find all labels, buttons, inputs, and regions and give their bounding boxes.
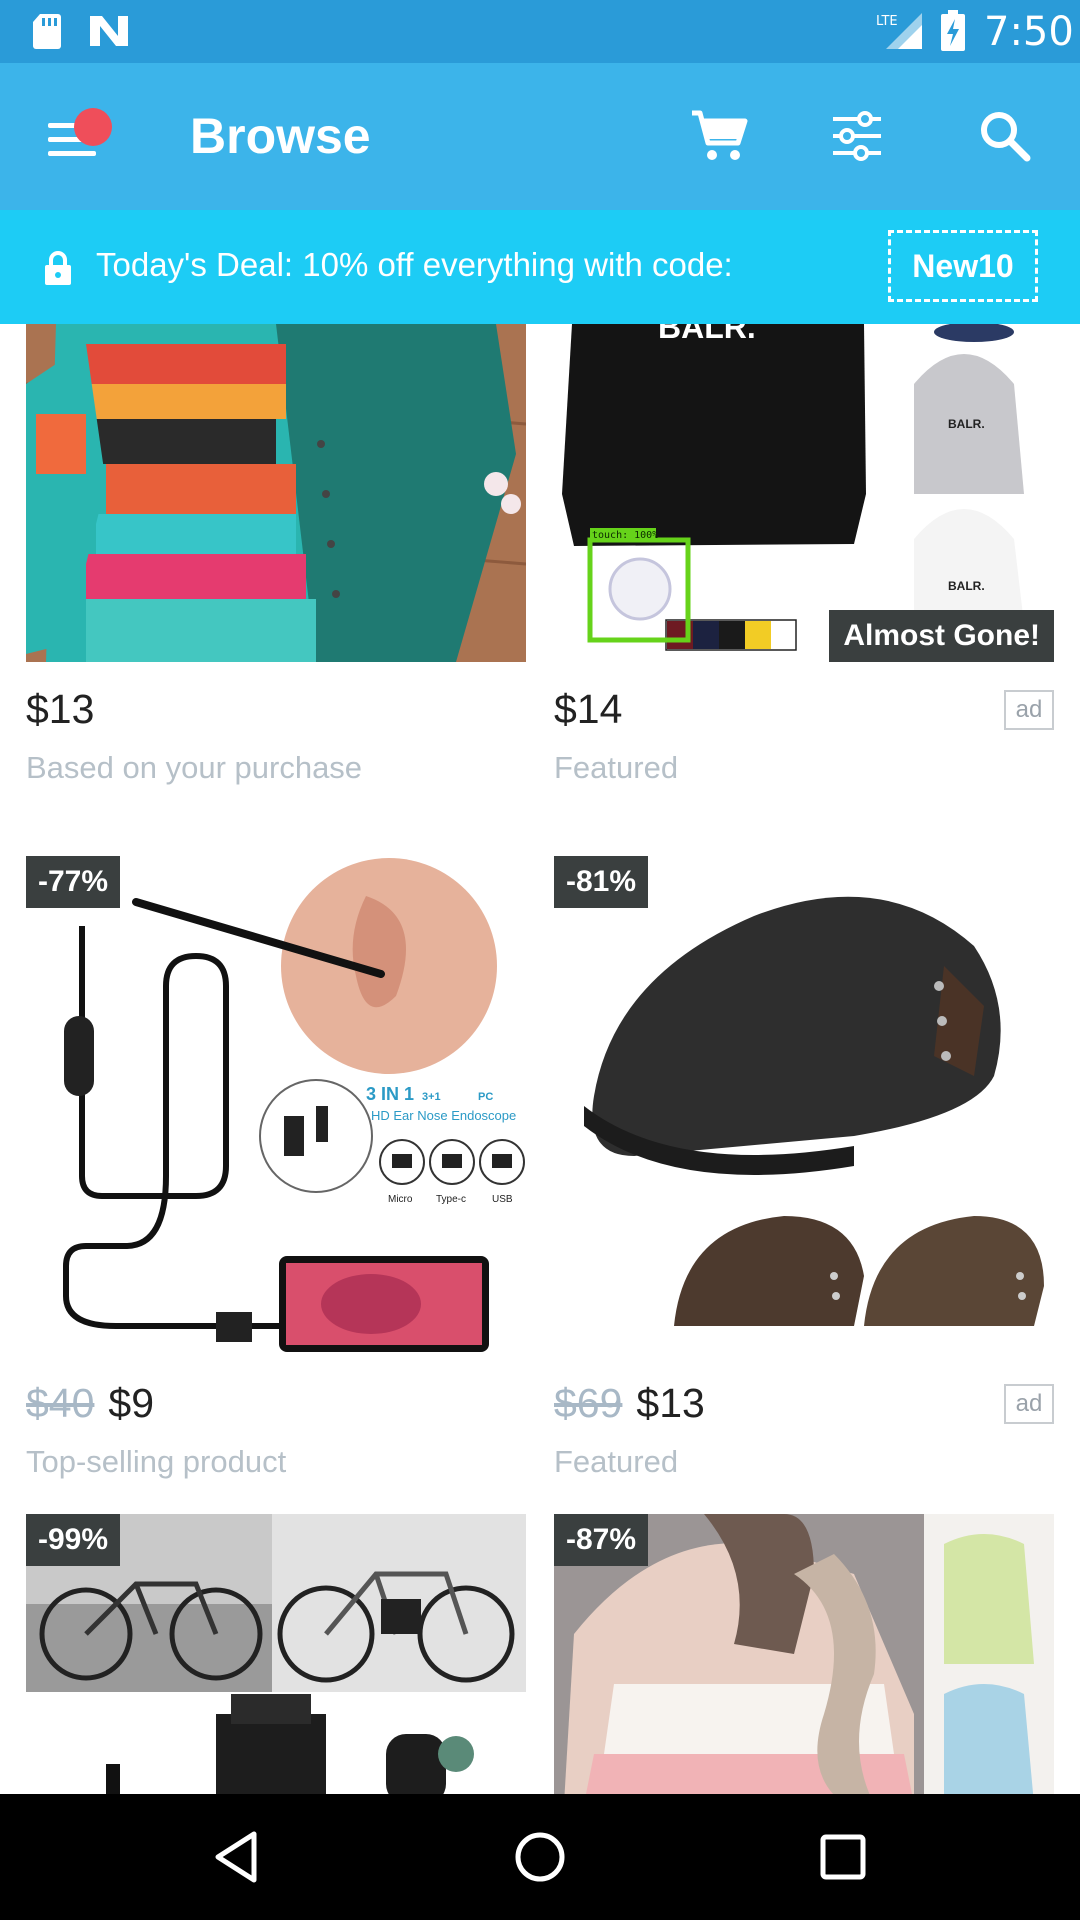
lte-signal-icon: LTE (876, 13, 922, 49)
product-card[interactable]: -87% (554, 1514, 1054, 1794)
product-price-row: $40 $9 (26, 1380, 154, 1427)
product-image[interactable]: -99% (26, 1514, 526, 1794)
endoscope-image: 3 IN 1 3+1 PC HD Ear Nose Endoscope Micr… (63, 858, 525, 1352)
port-label: Type-c (436, 1194, 466, 1205)
network-label: LTE (876, 14, 898, 29)
product-card[interactable]: -99% (26, 1514, 526, 1794)
hoodie-brand-large: BALR. (658, 324, 756, 345)
app-bar: Browse (0, 63, 1080, 210)
ad-badge: ad (1004, 690, 1054, 730)
status-time: 7:50 (984, 9, 1074, 55)
product-image[interactable]: -81% (554, 856, 1054, 1356)
sd-card-icon (33, 14, 61, 49)
notification-dot (74, 108, 112, 146)
product-card[interactable]: -81% $69 $13 ad Featured (554, 856, 1054, 1479)
dress-image (26, 324, 526, 662)
search-button[interactable] (970, 101, 1040, 171)
n-icon (90, 16, 128, 46)
endoscope-title: 3 IN 1 (366, 1084, 414, 1104)
product-image[interactable]: -87% (554, 1514, 1054, 1794)
touch-label: touch: 100% (592, 530, 658, 541)
product-subtitle: Featured (554, 1444, 679, 1479)
port-label: USB (492, 1194, 513, 1205)
product-price: $14 (554, 686, 623, 732)
product-image[interactable]: 3 IN 1 3+1 PC HD Ear Nose Endoscope Micr… (26, 856, 526, 1356)
deal-banner[interactable]: Today's Deal: 10% off everything with co… (0, 210, 1080, 324)
search-icon (981, 112, 1031, 162)
endoscope-chip: PC (478, 1091, 493, 1103)
hoodie-brand-small: BALR. (948, 579, 985, 593)
product-price: $13 (26, 686, 95, 732)
page-title: Browse (190, 108, 371, 164)
product-grid[interactable]: $13 Based on your purchase BALR. BALR. B… (0, 324, 1080, 1794)
product-image[interactable]: BALR. BALR. BALR. touch: 100% Almost Gon… (554, 324, 1054, 662)
back-icon[interactable] (204, 1822, 274, 1892)
product-price-row: $14 (554, 686, 622, 733)
hoodie-brand-small: BALR. (948, 417, 985, 431)
battery-charging-icon (941, 10, 965, 51)
discount-badge: -77% (26, 856, 121, 908)
cart-button[interactable] (684, 101, 754, 171)
lock-icon (45, 251, 71, 285)
product-price-row: $69 $13 (554, 1380, 705, 1427)
product-subtitle: Top-selling product (26, 1444, 287, 1479)
product-price: $9 (108, 1380, 155, 1426)
home-icon[interactable] (505, 1822, 575, 1892)
product-subtitle: Based on your purchase (26, 750, 363, 785)
menu-button[interactable] (40, 108, 112, 164)
filter-icon (833, 111, 881, 161)
promo-code-button[interactable]: New10 (888, 230, 1038, 302)
endoscope-chip: 3+1 (422, 1091, 441, 1103)
product-image[interactable] (26, 324, 526, 662)
almost-gone-badge: Almost Gone! (829, 610, 1054, 662)
original-price: $69 (554, 1380, 623, 1426)
original-price: $40 (26, 1380, 95, 1426)
port-label: Micro (388, 1194, 413, 1205)
product-card[interactable]: BALR. BALR. BALR. touch: 100% Almost Gon… (554, 324, 1054, 785)
discount-badge: -87% (554, 1514, 649, 1566)
discount-badge: -99% (26, 1514, 121, 1566)
product-card[interactable]: $13 Based on your purchase (26, 324, 526, 785)
product-price-row: $13 (26, 686, 94, 733)
product-card[interactable]: 3 IN 1 3+1 PC HD Ear Nose Endoscope Micr… (26, 856, 526, 1479)
discount-badge: -81% (554, 856, 649, 908)
filter-button[interactable] (822, 101, 892, 171)
cart-icon (692, 110, 748, 160)
status-bar: LTE 7:50 (0, 0, 1080, 63)
deal-text: Today's Deal: 10% off everything with co… (96, 246, 733, 283)
endoscope-subtitle: HD Ear Nose Endoscope (371, 1108, 516, 1123)
product-subtitle: Featured (554, 750, 679, 785)
cap-image (584, 896, 1044, 1326)
ad-badge: ad (1004, 1384, 1054, 1424)
menu-icon-line (48, 151, 96, 156)
recents-icon[interactable] (808, 1822, 878, 1892)
system-navigation-bar (0, 1794, 1080, 1920)
product-price: $13 (636, 1380, 705, 1426)
